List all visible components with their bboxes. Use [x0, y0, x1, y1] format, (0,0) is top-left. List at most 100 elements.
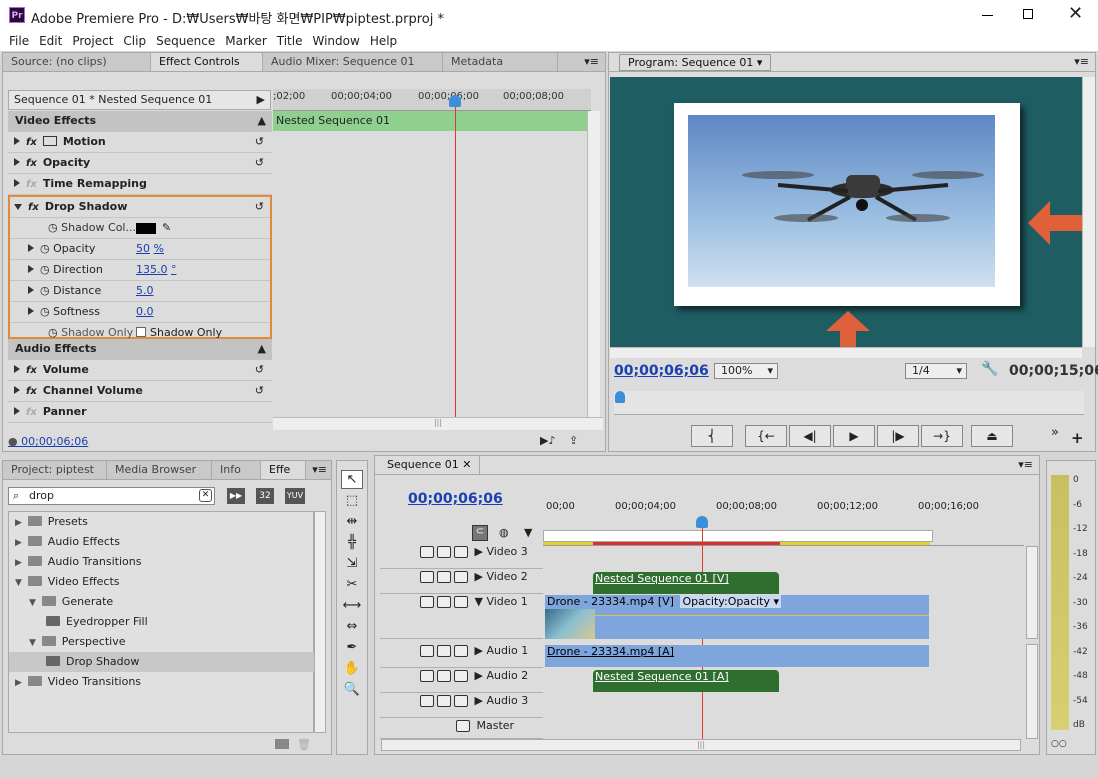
direction-prop-row[interactable]: ◷ Direction 135.0 ° — [10, 260, 270, 281]
fx-icon[interactable]: fx — [26, 137, 37, 148]
ec-playhead-marker[interactable] — [449, 95, 461, 107]
razor-tool-icon[interactable]: ✂ — [341, 575, 363, 594]
tree-item[interactable]: ▶ Audio Transitions — [9, 552, 315, 572]
track-master[interactable]: Master — [380, 719, 543, 739]
close-icon[interactable]: ✕ — [1068, 3, 1083, 24]
tab-effects[interactable]: Effe — [261, 461, 306, 479]
pm-horizontal-scrollbar[interactable] — [610, 347, 1082, 358]
tab-effect-controls[interactable]: Effect Controls — [151, 53, 263, 71]
tree-item[interactable]: ▶ Presets — [9, 512, 315, 532]
hand-tool-icon[interactable]: ✋ — [341, 659, 363, 678]
go-to-out-button[interactable]: →} — [921, 425, 963, 447]
video-effects-header[interactable]: Video Effects ▲ — [8, 111, 272, 132]
ec-clip-bar[interactable]: Nested Sequence 01 — [273, 111, 587, 131]
menu-project[interactable]: Project — [67, 34, 118, 48]
clip-fx-dropdown[interactable]: Opacity:Opacity ▾ — [680, 595, 782, 608]
track-video-3[interactable]: ▶ Video 3 — [380, 545, 543, 569]
shadow-only-checkbox[interactable] — [136, 327, 146, 337]
tree-item[interactable]: ▼ Perspective — [9, 632, 315, 652]
maximize-icon[interactable] — [1023, 9, 1033, 19]
tree-item[interactable]: ▼ Video Effects — [9, 572, 315, 592]
clip-drone-a1[interactable]: Drone - 23334.mp4 [A] — [545, 645, 929, 667]
reset-icon[interactable]: ↺ — [255, 197, 264, 217]
search-input[interactable]: drop — [29, 489, 54, 502]
fx-icon[interactable]: fx — [26, 386, 37, 397]
target-icon[interactable] — [454, 670, 468, 682]
rate-stretch-tool-icon[interactable]: ⇲ — [341, 554, 363, 573]
clip-nested-a2[interactable]: Nested Sequence 01 [A] — [593, 670, 779, 692]
eye-icon[interactable] — [420, 596, 434, 608]
lock-icon[interactable] — [437, 596, 451, 608]
stopwatch-icon[interactable]: ◷ — [40, 263, 53, 276]
target-icon[interactable] — [454, 571, 468, 583]
pm-playhead-marker[interactable] — [615, 391, 625, 403]
tree-item[interactable]: Drop Shadow — [9, 652, 315, 672]
channel-volume-row[interactable]: fx Channel Volume ↺ — [8, 381, 272, 402]
stopwatch-icon[interactable]: ◷ — [48, 221, 61, 234]
resolution-dropdown[interactable]: 1/4 ▾ — [905, 363, 967, 379]
menu-help[interactable]: Help — [365, 34, 402, 48]
target-icon[interactable] — [454, 546, 468, 558]
panel-menu-icon[interactable]: ▾≡ — [480, 456, 1039, 474]
tree-item[interactable]: ▶ Audio Effects — [9, 532, 315, 552]
fx-icon[interactable]: fx — [28, 202, 39, 213]
collapsed-icon[interactable]: ▶ — [15, 558, 25, 568]
reset-icon[interactable]: ↺ — [255, 381, 264, 401]
rolling-edit-tool-icon[interactable]: ╬ — [341, 533, 363, 552]
program-timecode[interactable]: 00;00;06;06 — [614, 363, 709, 379]
opacity-line[interactable] — [545, 615, 929, 616]
panel-menu-icon[interactable]: ▾≡ — [306, 461, 331, 479]
panel-menu-icon[interactable]: ▾≡ — [558, 53, 605, 71]
pm-scrub-bar[interactable] — [614, 391, 1084, 415]
play-button[interactable]: ▶ — [833, 425, 875, 447]
distance-prop-row[interactable]: ◷ Distance 5.0 — [10, 281, 270, 302]
volume-row[interactable]: fx Volume ↺ — [8, 360, 272, 381]
target-icon[interactable] — [456, 720, 470, 732]
yuv-effects-icon[interactable]: YUV — [285, 488, 305, 504]
eyedropper-icon[interactable]: ✎ — [162, 218, 171, 238]
work-area-bar[interactable] — [543, 530, 933, 542]
mark-in-button[interactable]: ⎨ — [691, 425, 733, 447]
track-audio-3[interactable]: ▶ Audio 3 — [380, 694, 543, 718]
shadow-color-row[interactable]: ◷ Shadow Col... ✎ — [10, 218, 270, 239]
32bit-effects-icon[interactable]: 32 — [256, 488, 274, 504]
reset-icon[interactable]: ↺ — [255, 132, 264, 152]
fx-icon[interactable]: fx — [26, 158, 37, 169]
new-bin-icon[interactable] — [275, 739, 289, 749]
tree-item[interactable]: Eyedropper Fill — [9, 612, 315, 632]
track-video-1[interactable]: ▼ Video 1 — [380, 595, 543, 639]
tl-vscroll-audio[interactable] — [1026, 644, 1038, 739]
tab-audio-mixer[interactable]: Audio Mixer: Sequence 01 — [263, 53, 443, 71]
collapsed-icon[interactable]: ▶ — [15, 678, 25, 688]
speaker-icon[interactable] — [420, 670, 434, 682]
track-select-tool-icon[interactable]: ⬚ — [341, 491, 363, 510]
menu-title[interactable]: Title — [272, 34, 308, 48]
direction-value[interactable]: 135.0 — [136, 263, 168, 276]
stopwatch-icon[interactable]: ◷ — [40, 242, 53, 255]
sequence-timecode[interactable]: 00;00;06;06 — [408, 491, 503, 507]
eye-icon[interactable] — [420, 571, 434, 583]
softness-prop-row[interactable]: ◷ Softness 0.0 — [10, 302, 270, 323]
opacity-prop-row[interactable]: ◷ Opacity 50 % — [10, 239, 270, 260]
add-button-icon[interactable]: + — [1071, 429, 1084, 447]
expanded-icon[interactable]: ▼ — [29, 598, 39, 608]
menu-sequence[interactable]: Sequence — [151, 34, 220, 48]
minimize-icon[interactable] — [982, 15, 993, 16]
lock-icon[interactable] — [437, 670, 451, 682]
opacity-row[interactable]: fx Opacity ↺ — [8, 153, 272, 174]
speaker-icon[interactable] — [420, 645, 434, 657]
reset-icon[interactable]: ↺ — [255, 153, 264, 173]
tl-vscroll[interactable] — [1026, 546, 1038, 639]
track-audio-2[interactable]: ▶ Audio 2 — [380, 669, 543, 693]
zoom-dropdown[interactable]: 100% ▾ — [714, 363, 778, 379]
tab-info[interactable]: Info — [212, 461, 261, 479]
go-to-in-button[interactable]: {← — [745, 425, 787, 447]
slip-tool-icon[interactable]: ⟷ — [341, 596, 363, 615]
clip-nested-v2[interactable]: Nested Sequence 01 [V] — [593, 572, 779, 594]
delete-icon[interactable]: 🗑 — [297, 738, 311, 751]
selection-tool-icon[interactable]: ↖ — [341, 470, 363, 489]
program-viewer[interactable] — [610, 77, 1084, 347]
softness-value[interactable]: 0.0 — [136, 305, 154, 318]
tab-source[interactable]: Source: (no clips) — [3, 53, 151, 71]
shadow-color-swatch[interactable] — [136, 223, 156, 234]
